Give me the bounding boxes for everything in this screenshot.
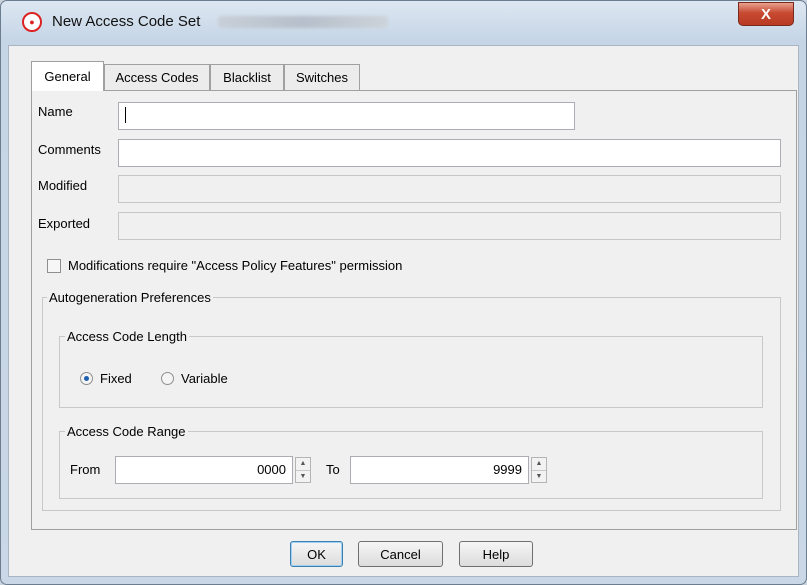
tab-general[interactable]: General (31, 61, 104, 91)
variable-radio[interactable] (161, 372, 174, 385)
from-spinner[interactable]: ▲ ▼ (295, 457, 311, 483)
exported-field (118, 212, 781, 240)
variable-radio-label[interactable]: Variable (181, 371, 228, 386)
fixed-radio-label[interactable]: Fixed (100, 371, 132, 386)
comments-input[interactable] (118, 139, 781, 167)
autogeneration-group-title: Autogeneration Preferences (47, 290, 213, 305)
tab-switches[interactable]: Switches (284, 64, 360, 90)
text-caret (125, 107, 126, 123)
from-label: From (70, 462, 101, 477)
close-icon: X (760, 5, 771, 23)
app-logo-icon: ● (22, 12, 42, 32)
spin-down-icon[interactable]: ▼ (532, 469, 546, 483)
spin-up-icon[interactable]: ▲ (532, 458, 546, 470)
close-button[interactable]: X (738, 2, 794, 26)
exported-label: Exported (38, 216, 91, 231)
name-label: Name (38, 104, 73, 119)
modified-field (118, 175, 781, 203)
access-code-range-title: Access Code Range (65, 424, 188, 439)
permission-checkbox-label[interactable]: Modifications require "Access Policy Fea… (68, 258, 402, 273)
spin-down-icon[interactable]: ▼ (296, 469, 310, 483)
tab-access-codes[interactable]: Access Codes (104, 64, 210, 90)
help-button[interactable]: Help (459, 541, 533, 567)
cancel-button[interactable]: Cancel (358, 541, 443, 567)
access-code-length-title: Access Code Length (65, 329, 189, 344)
to-label: To (326, 462, 340, 477)
spin-up-icon[interactable]: ▲ (296, 458, 310, 470)
to-spinner[interactable]: ▲ ▼ (531, 457, 547, 483)
from-input[interactable]: 0000 (115, 456, 293, 484)
to-input[interactable]: 9999 (350, 456, 529, 484)
tab-blacklist[interactable]: Blacklist (210, 64, 284, 90)
permission-checkbox[interactable] (47, 259, 61, 273)
modified-label: Modified (38, 178, 88, 193)
fixed-radio[interactable] (80, 372, 93, 385)
window-title: New Access Code Set (52, 13, 201, 30)
title-redacted-region (218, 16, 388, 28)
ok-button[interactable]: OK (290, 541, 343, 567)
comments-label: Comments (38, 142, 101, 157)
name-input[interactable] (118, 102, 575, 130)
